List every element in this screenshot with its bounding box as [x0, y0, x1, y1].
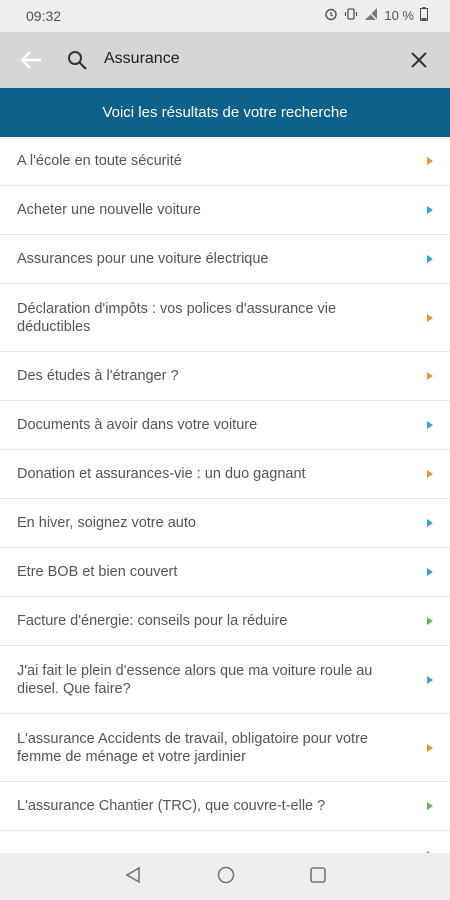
system-nav-bar — [0, 853, 450, 900]
chevron-right-icon — [427, 372, 433, 380]
chevron-right-icon — [427, 206, 433, 214]
chevron-right-icon — [427, 568, 433, 576]
list-item[interactable]: Documents à avoir dans votre voiture — [0, 401, 450, 450]
list-item-label: A l'école en toute sécurité — [17, 153, 182, 169]
list-item-label: L'assurance Chantier (TRC), que couvre-t… — [17, 798, 326, 814]
list-item[interactable]: L'assurance Accidents de travail, obliga… — [0, 714, 450, 782]
list-item[interactable]: A l'école en toute sécurité — [0, 137, 450, 186]
list-item[interactable]: Déclaration d'impôts : vos polices d'ass… — [0, 284, 450, 352]
search-icon — [68, 51, 87, 70]
list-item[interactable]: Des études à l'étranger ? — [0, 352, 450, 401]
list-item-label: Assurances pour une voiture électrique — [17, 251, 269, 267]
search-input[interactable]: Assurance — [104, 50, 180, 68]
list-item[interactable]: J'ai fait le plein d'essence alors que m… — [0, 646, 450, 714]
list-item-label: J'ai fait le plein d'essence alors que m… — [17, 662, 373, 697]
back-arrow-icon[interactable] — [20, 50, 42, 70]
list-item[interactable]: En hiver, soignez votre auto — [0, 499, 450, 548]
close-icon[interactable] — [410, 51, 428, 69]
vibrate-icon — [344, 7, 358, 24]
list-item-label: Déclaration d'impôts : vos polices d'ass… — [17, 300, 337, 335]
chevron-right-icon — [427, 617, 433, 625]
list-item-label: Des études à l'étranger ? — [17, 368, 179, 384]
status-time: 09:32 — [26, 8, 62, 24]
chevron-right-icon — [427, 313, 433, 322]
status-icons: 10 % — [324, 7, 428, 24]
chevron-right-icon — [427, 157, 433, 165]
list-item-label: Acheter une nouvelle voiture — [17, 202, 201, 218]
list-item-label: Donation et assurances-vie : un duo gagn… — [17, 466, 306, 482]
list-item[interactable]: Acheter une nouvelle voiture — [0, 186, 450, 235]
list-item-label: Facture d'énergie: conseils pour la rédu… — [17, 613, 288, 629]
chevron-right-icon — [427, 802, 433, 810]
chevron-right-icon — [427, 421, 433, 429]
results-banner: Voici les résultats de votre recherche — [0, 88, 450, 137]
list-item[interactable]: L'assurance Chantier (TRC), que couvre-t… — [0, 782, 450, 831]
chevron-right-icon — [427, 675, 433, 684]
battery-text: 10 % — [384, 8, 414, 23]
list-item-label: Documents à avoir dans votre voiture — [17, 417, 258, 433]
list-item[interactable]: Etre BOB et bien couvert — [0, 548, 450, 597]
search-toolbar: Assurance — [0, 32, 450, 88]
list-item[interactable] — [0, 831, 450, 853]
list-item-label: L'assurance Accidents de travail, obliga… — [17, 730, 368, 765]
chevron-right-icon — [427, 743, 433, 752]
alarm-icon — [324, 7, 338, 24]
recents-square-icon[interactable] — [309, 865, 327, 885]
list-item-label: En hiver, soignez votre auto — [17, 515, 196, 531]
signal-icon — [364, 7, 378, 24]
battery-icon — [420, 7, 428, 24]
list-item[interactable]: Facture d'énergie: conseils pour la rédu… — [0, 597, 450, 646]
home-circle-icon[interactable] — [216, 865, 236, 885]
list-item[interactable]: Assurances pour une voiture électrique — [0, 235, 450, 284]
chevron-right-icon — [427, 470, 433, 478]
results-list: A l'école en toute sécurité Acheter une … — [0, 137, 450, 853]
list-item[interactable]: Donation et assurances-vie : un duo gagn… — [0, 450, 450, 499]
status-bar: 09:32 10 % — [0, 0, 450, 32]
back-triangle-icon[interactable] — [124, 865, 142, 885]
list-item-label: Etre BOB et bien couvert — [17, 564, 178, 580]
chevron-right-icon — [427, 519, 433, 527]
chevron-right-icon — [427, 255, 433, 263]
banner-text: Voici les résultats de votre recherche — [102, 104, 348, 121]
